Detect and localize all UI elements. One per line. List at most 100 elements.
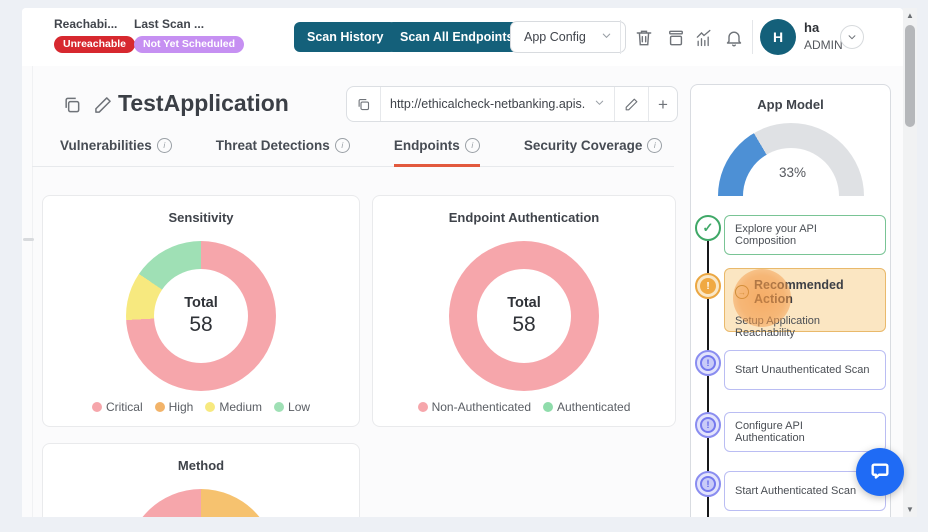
chat-bubble-icon [869,461,891,483]
app-url-group: http://ethicalcheck-netbanking.apis... + [346,86,678,122]
last-scan-status: Last Scan ... Not Yet Scheduled [134,17,244,53]
scrollbar-thumb[interactable] [905,25,915,127]
url-text: http://ethicalcheck-netbanking.apis... [390,97,586,111]
collapsed-nav-tick [23,238,34,241]
legend-item: Low [274,400,310,414]
avatar[interactable]: H [760,19,796,55]
tab-bar: Vulnerabilities i Threat Detections i En… [32,138,674,167]
step-label: Explore your API Composition [735,223,875,247]
check-icon: ✓ [703,220,714,236]
sensitivity-card: Sensitivity Total 58 Critical High Medium L… [42,195,360,427]
exclamation-icon: ! [700,476,716,492]
step-warning-icon: ! [695,273,721,299]
app-model-panel: App Model 33% ✓ ! ! ! ! Exp [690,84,891,517]
scroll-up-arrow[interactable]: ▲ [903,11,917,20]
legend-item: Authenticated [543,400,630,414]
step-configure-api-authentication[interactable]: Configure API Authentication [724,412,886,452]
step-pending-icon: ! [695,350,721,376]
legend-dot [92,402,102,412]
gauge-percentage: 33% [779,165,806,180]
endpoint-auth-donut-chart: Total 58 [449,241,599,391]
method-card: Method [42,443,360,517]
chart-title: Sensitivity [43,210,359,225]
legend-label: Low [288,400,310,414]
action-title: Recommended Action [754,278,875,306]
scan-history-button[interactable]: Scan History [294,22,396,52]
scroll-down-arrow[interactable]: ▼ [903,505,917,514]
trash-icon[interactable] [634,28,654,48]
chat-widget-button[interactable] [856,448,904,496]
legend-label: High [169,400,194,414]
chevron-down-icon [594,95,605,113]
tab-label: Security Coverage [524,138,643,153]
edit-app-name-icon[interactable] [93,95,113,115]
analytics-chart-icon[interactable] [694,28,714,48]
vertical-scrollbar[interactable]: ▲ ▼ [903,8,917,517]
step-recommended-action[interactable]: → Recommended Action Setup Application R… [724,268,886,332]
url-dropdown[interactable]: http://ethicalcheck-netbanking.apis... [381,87,615,121]
info-icon[interactable]: i [647,138,662,153]
last-scan-badge: Not Yet Scheduled [134,36,244,53]
plus-icon: + [658,96,668,113]
scan-all-endpoints-button[interactable]: Scan All Endpoints [387,22,526,52]
legend-dot [155,402,165,412]
donut-total-value: 58 [512,313,535,337]
arrow-right-icon: → [735,285,749,299]
panel-title: App Model [691,97,890,112]
step-label: Configure API Authentication [735,420,875,444]
legend-label: Authenticated [557,400,630,414]
info-icon[interactable]: i [157,138,172,153]
chart-legend: Critical High Medium Low [43,400,359,414]
user-role: ADMIN [804,37,843,53]
chevron-down-icon [601,30,612,44]
tab-vulnerabilities[interactable]: Vulnerabilities i [60,138,172,167]
donut-total-value: 58 [189,313,212,337]
info-icon[interactable]: i [465,138,480,153]
endpoint-auth-card: Endpoint Authentication Total 58 Non-Aut… [372,195,676,427]
sensitivity-donut-chart: Total 58 [126,241,276,391]
copy-url-icon[interactable] [347,87,381,121]
step-explore-api-composition[interactable]: Explore your API Composition [724,215,886,255]
reachability-badge: Unreachable [54,36,135,53]
step-label: Start Authenticated Scan [735,485,856,497]
step-start-unauthenticated-scan[interactable]: Start Unauthenticated Scan [724,350,886,390]
bell-icon[interactable] [724,28,744,48]
tab-label: Endpoints [394,138,460,153]
page-title: TestApplication [118,90,289,117]
tab-security-coverage[interactable]: Security Coverage i [524,138,663,167]
content-left-edge [32,66,33,517]
chart-title: Method [43,458,359,473]
donut-center-label: Total [507,295,541,311]
step-pending-icon: ! [695,412,721,438]
last-scan-label: Last Scan ... [134,17,244,31]
tab-threat-detections[interactable]: Threat Detections i [216,138,350,167]
app-config-dropdown[interactable]: App Config [510,21,626,53]
tab-label: Threat Detections [216,138,330,153]
user-menu-chevron[interactable] [840,25,864,49]
legend-item: Non-Authenticated [418,400,531,414]
donut-center: Total 58 [154,269,248,363]
copy-app-name-icon[interactable] [62,95,82,115]
legend-label: Critical [106,400,143,414]
add-url-button[interactable]: + [649,87,677,121]
header-divider [752,20,753,54]
step-pending-icon: ! [695,471,721,497]
exclamation-icon: ! [700,278,716,294]
user-name: ha [804,19,843,37]
app-window: Reachabi... Unreachable Last Scan ... No… [22,8,903,517]
legend-item: Medium [205,400,262,414]
legend-dot [543,402,553,412]
exclamation-icon: ! [700,417,716,433]
chart-title: Endpoint Authentication [373,210,675,225]
info-icon[interactable]: i [335,138,350,153]
tab-endpoints[interactable]: Endpoints i [394,138,480,167]
legend-item: Critical [92,400,143,414]
edit-url-icon[interactable] [615,87,649,121]
tab-label: Vulnerabilities [60,138,152,153]
exclamation-icon: ! [700,355,716,371]
chart-legend: Non-Authenticated Authenticated [373,400,675,414]
legend-dot [205,402,215,412]
legend-item: High [155,400,194,414]
archive-box-icon[interactable] [666,28,686,48]
main-content: TestApplication http://ethicalcheck-netb… [22,66,903,517]
